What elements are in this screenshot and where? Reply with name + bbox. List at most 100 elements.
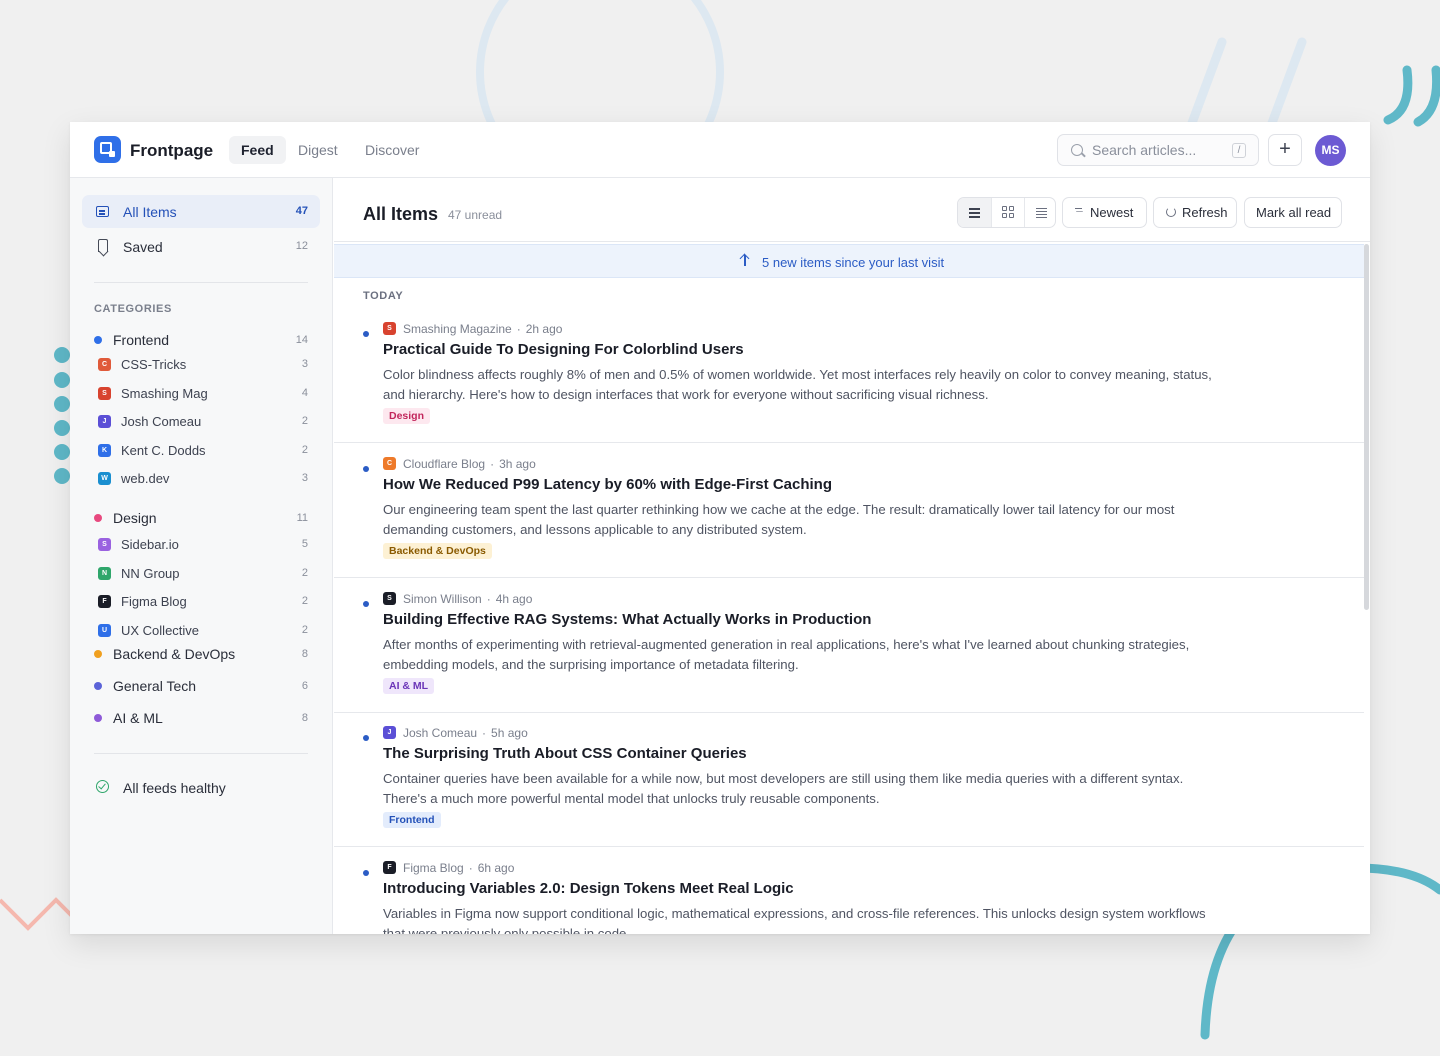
article-time: 4h ago <box>495 591 533 606</box>
unread-count: 47 unread <box>448 208 503 222</box>
feed-health-status[interactable]: All feeds healthy <box>82 772 320 802</box>
divider <box>94 282 308 283</box>
main-content: All Items 47 unread Newest Refresh Mark … <box>334 178 1370 934</box>
count-badge: 6 <box>301 680 308 692</box>
source-favicon-icon: S <box>383 591 396 605</box>
add-feed-button[interactable]: + <box>1268 134 1302 166</box>
refresh-button[interactable]: Refresh <box>1153 197 1237 228</box>
sidebar-item-label: All Items <box>123 204 177 220</box>
category-item[interactable]: AI & ML 8 <box>82 704 320 732</box>
count-badge: 3 <box>301 358 308 370</box>
compact-list-icon <box>1036 208 1047 209</box>
category-item[interactable]: Frontend 14 <box>82 326 320 354</box>
tab-discover[interactable]: Discover <box>353 136 431 164</box>
feed-item[interactable]: C CSS-Tricks 3 <box>82 352 320 378</box>
article-source[interactable]: Josh Comeau <box>403 726 477 740</box>
category-label: AI & ML <box>113 710 163 726</box>
feed-item[interactable]: J Josh Comeau 2 <box>82 409 320 435</box>
tab-digest[interactable]: Digest <box>286 136 350 164</box>
feed-label: NN Group <box>121 565 180 581</box>
article-excerpt: Container queries have been available fo… <box>383 771 1184 807</box>
article-excerpt: Color blindness affects roughly 8% of me… <box>383 367 1212 402</box>
article-card[interactable]: S Simon Willison · 4h ago Building Effective… <box>334 578 1364 713</box>
divider <box>94 753 308 754</box>
count-badge: 8 <box>301 712 308 724</box>
page-title: All Items <box>363 204 439 224</box>
source-favicon-icon: S <box>383 322 396 335</box>
feed-label: Kent C. Dodds <box>121 442 206 458</box>
list-view-button[interactable] <box>958 198 991 227</box>
article-meta: Smashing Magazine · 2h ago <box>403 322 562 336</box>
deco-quote <box>1413 65 1440 127</box>
article-title[interactable]: The Surprising Truth About CSS Container… <box>383 745 747 762</box>
feed-item[interactable]: Wweb.dev 3 <box>82 466 320 492</box>
category-item[interactable]: Design 11 <box>82 504 320 532</box>
count-badge: 5 <box>301 538 308 550</box>
feed-item[interactable]: S Sidebar.io 5 <box>82 532 320 558</box>
category-tag[interactable]: Frontend <box>383 812 441 829</box>
new-items-banner[interactable]: 5 new items since your last visit <box>334 244 1364 278</box>
category-label: Backend & DevOps <box>113 646 236 662</box>
article-title[interactable]: Practical Guide To Designing For Colorbl… <box>383 341 744 358</box>
feed-label: web.dev <box>121 471 170 487</box>
feed-favicon-icon: S <box>98 386 111 400</box>
feed-item[interactable]: S Smashing Mag 4 <box>82 381 320 407</box>
article-meta: Cloudflare Blog · 3h ago <box>403 457 536 471</box>
feed-favicon-icon: K <box>98 443 111 457</box>
feed-item[interactable]: K Kent C. Dodds 2 <box>82 438 320 464</box>
category-tag[interactable]: Design <box>383 408 431 424</box>
count-badge: 2 <box>301 443 308 456</box>
article-source[interactable]: Figma Blog <box>403 861 464 875</box>
article-title[interactable]: Building Effective RAG Systems: What Act… <box>383 611 871 628</box>
feed-favicon-icon: N <box>98 566 111 580</box>
article-excerpt: After months of experimenting with retri… <box>383 636 1190 672</box>
search-box[interactable]: / <box>1057 134 1259 166</box>
article-source[interactable]: Cloudflare Blog <box>403 457 485 471</box>
scrollbar[interactable] <box>1364 244 1369 610</box>
brand-name: Frontpage <box>130 141 214 160</box>
tab-feed[interactable]: Feed <box>229 136 286 164</box>
unread-dot <box>363 465 369 472</box>
sidebar-item-saved[interactable]: Saved 12 <box>82 230 320 263</box>
meta-separator: · <box>490 456 495 471</box>
compact-view-button[interactable] <box>1024 198 1055 227</box>
feed-label: Sidebar.io <box>121 537 179 552</box>
feed-item[interactable]: F Figma Blog 2 <box>82 589 320 615</box>
category-tag[interactable]: Backend & DevOps <box>383 542 492 559</box>
category-dot <box>94 714 102 722</box>
count-badge: 2 <box>301 415 308 428</box>
article-title[interactable]: Introducing Variables 2.0: Design Tokens… <box>383 880 794 897</box>
bookmark-icon <box>98 239 108 252</box>
search-icon <box>1071 144 1083 156</box>
count-badge: 2 <box>301 566 308 579</box>
category-item[interactable]: Backend & DevOps 8 <box>82 640 320 668</box>
app-window: Frontpage Feed Digest Discover / + MS Al… <box>70 122 1370 934</box>
article-card[interactable]: C Cloudflare Blog · 3h ago How We Reduced P9… <box>334 443 1364 578</box>
feed-item[interactable]: N NN Group 2 <box>82 561 320 587</box>
sidebar-item-all-items[interactable]: All Items 47 <box>82 195 320 228</box>
feed-favicon-icon: S <box>98 538 111 551</box>
article-title[interactable]: How We Reduced P99 Latency by 60% with E… <box>383 476 832 493</box>
count-badge: 4 <box>301 386 308 399</box>
article-card[interactable]: J Josh Comeau · 5h ago The Surprising Truth … <box>334 712 1364 848</box>
article-source[interactable]: Smashing Magazine <box>403 322 512 336</box>
sort-button[interactable]: Newest <box>1062 197 1147 228</box>
mark-all-read-button[interactable]: Mark all read <box>1244 197 1342 228</box>
article-time: 2h ago <box>525 322 563 336</box>
article-card[interactable]: S Smashing Magazine · 2h ago Practical Guide… <box>334 308 1364 443</box>
category-item[interactable]: General Tech 6 <box>82 672 320 700</box>
sort-label: Newest <box>1090 205 1134 220</box>
category-tag[interactable]: AI & ML <box>383 677 435 694</box>
article-source[interactable]: Simon Willison <box>403 592 482 606</box>
banner-text: 5 new items since your last visit <box>762 255 945 270</box>
article-excerpt: Our engineering team spent the last quar… <box>383 501 1175 537</box>
meta-separator: · <box>486 591 491 606</box>
article-card[interactable]: F Figma Blog · 6h ago Introducing Variables … <box>334 847 1364 934</box>
count-badge: 47 <box>295 205 308 217</box>
grid-view-button[interactable] <box>991 198 1024 227</box>
meta-separator: · <box>482 726 487 741</box>
sidebar-item-label: Saved <box>123 239 163 255</box>
avatar[interactable]: MS <box>1315 135 1346 166</box>
search-input[interactable] <box>1092 135 1222 165</box>
feed-favicon-icon: J <box>98 415 111 429</box>
